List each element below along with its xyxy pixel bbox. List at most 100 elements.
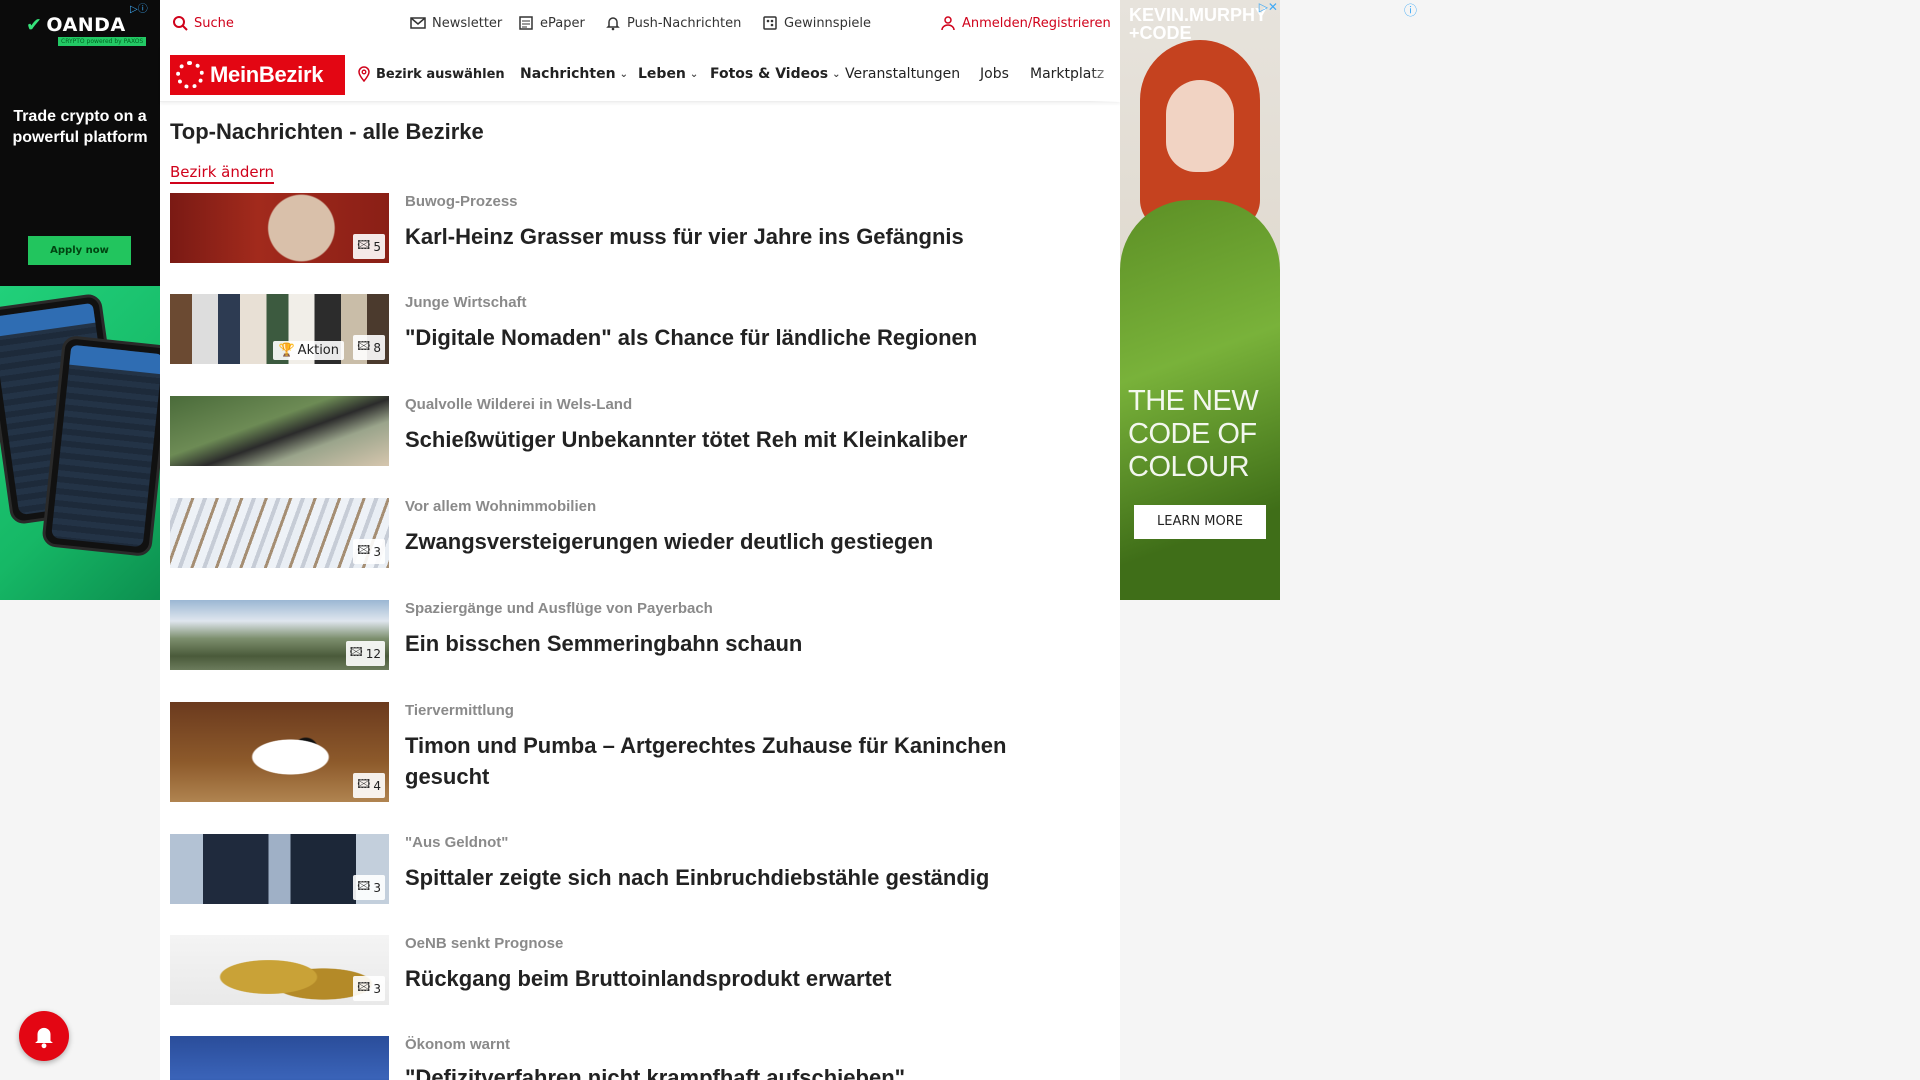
nav-label: Fotos & Videos: [710, 66, 829, 82]
article-headline[interactable]: "Defizitverfahren nicht krampfhaft aufsc…: [405, 1062, 1085, 1080]
ad-apply-button[interactable]: Apply now: [28, 236, 131, 265]
location-pin-icon: [358, 66, 370, 82]
article-thumbnail[interactable]: [170, 396, 389, 466]
photo-icon: 🖾: [349, 645, 363, 659]
article-headline[interactable]: "Digitale Nomaden" als Chance für ländli…: [405, 322, 1085, 353]
login-label: Anmelden/Registrieren: [962, 15, 1111, 31]
article-kicker: Ökonom warnt: [405, 1036, 511, 1053]
logo-text: MeinBezirk: [210, 62, 324, 87]
bezirk-select-label: Bezirk auswählen: [376, 66, 505, 82]
photo-count: 5: [373, 239, 381, 254]
bell-icon: [35, 1027, 53, 1049]
article-item[interactable]: Ökonom warnt "Defizitverfahren nicht kra…: [170, 1036, 1100, 1080]
article-item[interactable]: 🖾 3 Vor allem Wohnimmobilien Zwangsverste…: [170, 498, 1100, 568]
article-item[interactable]: 🖾 3 OeNB senkt Prognose Rückgang beim Bru…: [170, 935, 1100, 1005]
photo-icon: 🖾: [357, 238, 371, 252]
left-ad-banner[interactable]: ▷ⓘ ✔ OANDA CRYPTO powered by PAXOS Trade …: [0, 0, 160, 600]
chevron-down-icon: ⌄: [689, 68, 699, 80]
newspaper-icon: [519, 16, 533, 30]
login-link[interactable]: Anmelden/Registrieren: [940, 0, 1111, 46]
trophy-icon: 🏆: [278, 343, 295, 358]
nav-fade: [1090, 46, 1120, 102]
article-item[interactable]: Qualvolle Wilderei in Wels-Land Schießwü…: [170, 396, 1100, 466]
article-kicker: Junge Wirtschaft: [405, 294, 527, 311]
photo-count: 4: [373, 778, 381, 793]
photo-count: 3: [373, 880, 381, 895]
main-column: Suche Newsletter ePaper Push-Nachrichten…: [160, 0, 1120, 1080]
aktion-badge: 🏆 Aktion: [273, 341, 344, 360]
article-thumbnail[interactable]: 🖾 3: [170, 498, 389, 568]
photo-count: 8: [373, 340, 381, 355]
photo-icon: 🖾: [357, 980, 371, 994]
page-title: Top-Nachrichten - alle Bezirke: [170, 119, 484, 144]
nav-item-jobs[interactable]: Jobs: [980, 46, 1009, 102]
article-headline[interactable]: Spittaler zeigte sich nach Einbruchdiebs…: [405, 862, 1085, 893]
article-headline[interactable]: Timon und Pumba – Artgerechtes Zuhause f…: [405, 730, 1085, 792]
epaper-label: ePaper: [540, 15, 585, 31]
photo-icon: 🖾: [357, 777, 371, 791]
change-bezirk-link[interactable]: Bezirk ändern: [170, 163, 275, 184]
ad-brand-line: +CODE: [1129, 23, 1192, 43]
article-kicker: "Aus Geldnot": [405, 834, 509, 851]
article-thumbnail[interactable]: 🖾 4: [170, 702, 389, 802]
article-headline[interactable]: Rückgang beim Bruttoinlandsprodukt erwar…: [405, 963, 1085, 994]
aktion-label: Aktion: [297, 343, 339, 358]
article-headline[interactable]: Zwangsversteigerungen wieder deutlich ge…: [405, 526, 1085, 557]
ad-close-icon[interactable]: ▷✕: [1259, 0, 1278, 14]
push-link[interactable]: Push-Nachrichten: [605, 0, 741, 46]
article-headline[interactable]: Ein bisschen Semmeringbahn schaun: [405, 628, 1085, 659]
ad-info-icon[interactable]: ⓘ: [1404, 0, 1417, 19]
photo-count-badge: 🖾 3: [353, 976, 385, 1001]
nav-item-fotos-videos[interactable]: Fotos & Videos ⌄: [710, 46, 840, 102]
gewinnspiele-label: Gewinnspiele: [784, 15, 872, 31]
article-thumbnail[interactable]: 🖾 3: [170, 834, 389, 904]
meinbezirk-logo[interactable]: MeinBezirk: [170, 55, 345, 95]
nav-item-leben[interactable]: Leben ⌄: [638, 46, 698, 102]
newsletter-link[interactable]: Newsletter: [410, 0, 502, 46]
article-item[interactable]: 🖾 4 Tiervermittlung Timon und Pumba – Art…: [170, 702, 1100, 802]
article-kicker: OeNB senkt Prognose: [405, 935, 564, 952]
article-headline[interactable]: Schießwütiger Unbekannter tötet Reh mit …: [405, 424, 1085, 455]
oanda-logo-icon: ✔: [26, 14, 43, 36]
gewinnspiele-link[interactable]: Gewinnspiele: [762, 0, 871, 46]
photo-count-badge: 🖾 3: [353, 875, 385, 900]
chevron-down-icon: ⌄: [832, 68, 841, 80]
photo-icon: 🖾: [357, 879, 371, 893]
ad-model-face: [1166, 80, 1234, 172]
article-kicker: Qualvolle Wilderei in Wels-Land: [405, 396, 633, 413]
article-thumbnail[interactable]: 🖾 12: [170, 600, 389, 670]
top-utility-bar: Suche Newsletter ePaper Push-Nachrichten…: [160, 0, 1120, 46]
article-thumbnail[interactable]: 🏆 Aktion 🖾 8: [170, 294, 389, 364]
article-item[interactable]: 🖾 5 Buwog-Prozess Karl-Heinz Grasser muss…: [170, 193, 1100, 263]
ad-sub: CRYPTO powered by PAXOS: [58, 37, 147, 46]
newsletter-label: Newsletter: [432, 15, 503, 31]
ad-tagline: THE NEW CODE OF COLOUR: [1128, 385, 1259, 484]
nav-item-nachrichten[interactable]: Nachrichten ⌄: [520, 46, 628, 102]
search-link[interactable]: Suche: [172, 0, 234, 46]
nav-label: Veranstaltungen: [845, 66, 961, 82]
logo-sun-icon: [176, 61, 204, 89]
photo-count: 12: [365, 646, 381, 661]
article-thumbnail[interactable]: 🖾 5: [170, 193, 389, 263]
article-headline[interactable]: Karl-Heinz Grasser muss für vier Jahre i…: [405, 221, 1085, 252]
article-thumbnail[interactable]: 🖾 3: [170, 935, 389, 1005]
push-notification-button[interactable]: [19, 1011, 69, 1061]
article-thumbnail[interactable]: [170, 1036, 389, 1080]
ad-choices-icon[interactable]: ▷ⓘ: [130, 0, 148, 15]
ad-headline: Trade crypto on a powerful platform: [12, 108, 148, 146]
ad-learn-more-button[interactable]: LEARN MORE: [1134, 505, 1266, 539]
bezirk-select[interactable]: Bezirk auswählen: [356, 46, 505, 102]
right-ad-banner[interactable]: KEVIN.MURPHY +CODE THE NEW CODE OF COLOU…: [1120, 0, 1280, 600]
nav-label: Jobs: [980, 66, 1009, 82]
epaper-link[interactable]: ePaper: [518, 0, 585, 46]
photo-count: 3: [373, 981, 381, 996]
article-item[interactable]: 🏆 Aktion 🖾 8 Junge Wirtschaft "Digitale No…: [170, 294, 1100, 364]
nav-item-veranstaltungen[interactable]: Veranstaltungen: [845, 46, 960, 102]
photo-count-badge: 🖾 3: [353, 539, 385, 564]
article-item[interactable]: 🖾 12 Spaziergänge und Ausflüge von Payerb…: [170, 600, 1100, 670]
photo-icon: 🖾: [357, 339, 371, 353]
article-item[interactable]: 🖾 3 "Aus Geldnot" Spittaler zeigte sich n…: [170, 834, 1100, 904]
photo-count-badge: 🖾 12: [345, 641, 385, 666]
bell-icon: [606, 17, 620, 31]
phone-image: [41, 334, 160, 558]
